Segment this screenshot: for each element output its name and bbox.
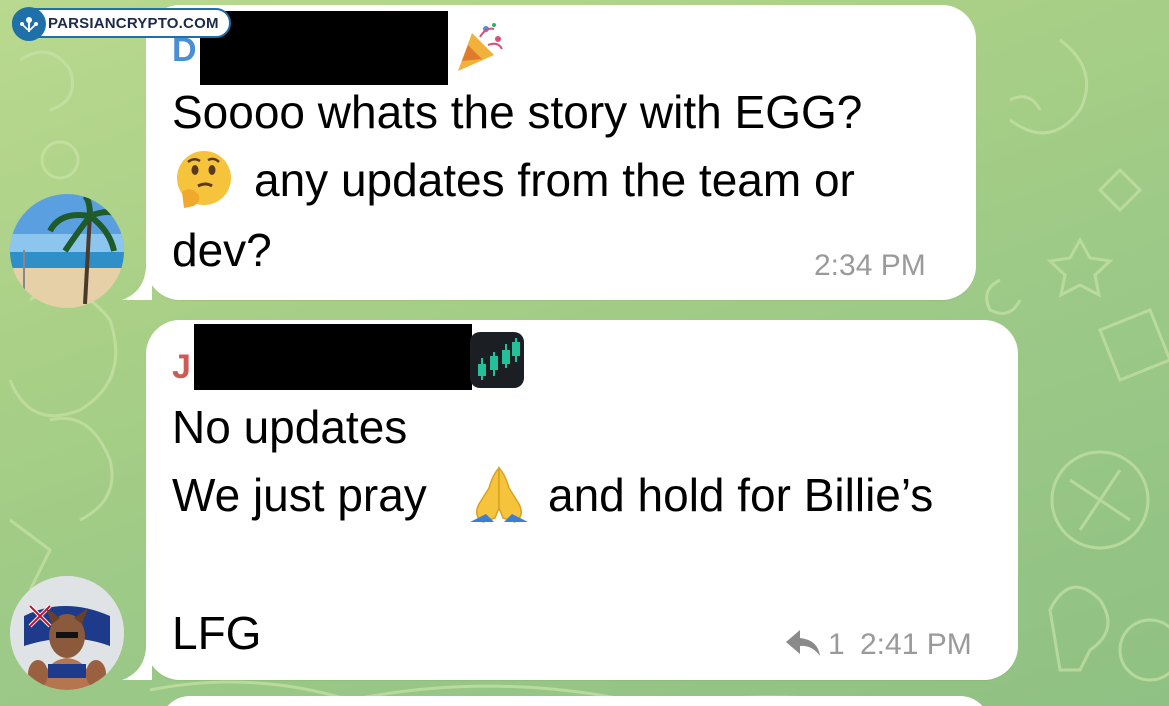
message-text-line: dev? xyxy=(172,224,272,276)
redacted-sender-name xyxy=(200,11,448,85)
message-text-line: and hold for Billie’s xyxy=(548,469,934,521)
candlestick-chart-icon xyxy=(470,332,524,393)
reply-icon[interactable] xyxy=(784,628,822,663)
message-bubble-2[interactable]: J No updates We just pray and hold for B… xyxy=(122,320,1018,680)
message-text-line: We just pray xyxy=(172,469,427,521)
reply-count[interactable]: 1 xyxy=(828,628,845,662)
avatar-sender-j[interactable] xyxy=(10,576,124,690)
folded-hands-icon xyxy=(466,464,532,531)
message-text-line: Soooo whats the story with EGG? xyxy=(172,86,863,138)
message-bubble-3-partial[interactable] xyxy=(160,696,990,706)
avatar-sender-d[interactable] xyxy=(10,194,124,308)
sender-initial[interactable]: J xyxy=(172,348,191,387)
watermark-badge: PARSIANCRYPTO.COM xyxy=(12,7,231,41)
message-bubble-1[interactable]: D Soooo whats the story with EGG? any up… xyxy=(122,5,976,300)
bubble-tail xyxy=(122,268,152,300)
message-timestamp: 2:34 PM xyxy=(814,249,926,282)
parsiancrypto-logo-icon xyxy=(12,7,46,41)
thinking-face-icon xyxy=(174,148,234,213)
message-text-line: any updates from the team or xyxy=(254,154,855,206)
redacted-sender-name xyxy=(194,324,472,390)
party-popper-icon xyxy=(452,19,508,80)
message-text-line: No updates xyxy=(172,401,408,453)
message-timestamp: 2:41 PM xyxy=(860,628,972,661)
message-text-line: LFG xyxy=(172,607,262,659)
watermark-text: PARSIANCRYPTO.COM xyxy=(48,14,219,32)
bubble-tail xyxy=(122,648,152,680)
